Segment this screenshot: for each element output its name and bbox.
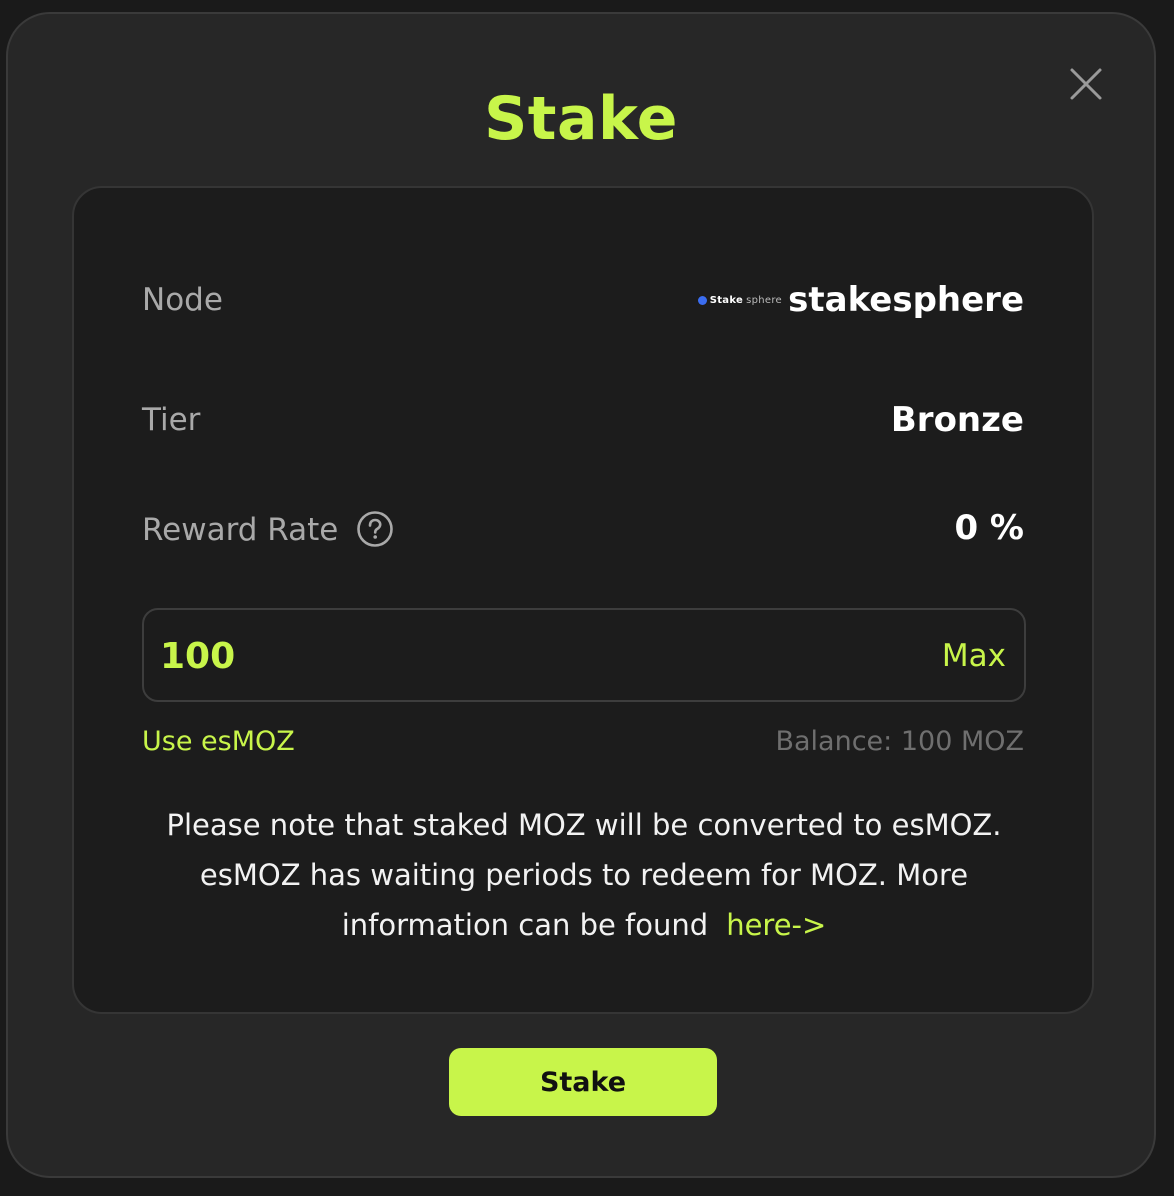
- close-icon[interactable]: [1066, 64, 1106, 104]
- reward-rate-row-label: Reward Rate: [142, 510, 394, 551]
- stake-button[interactable]: Stake: [449, 1048, 717, 1116]
- note-text: Please note that staked MOZ will be conv…: [166, 808, 1002, 942]
- node-logo-text-light: sphere: [746, 294, 782, 306]
- question-circle-icon[interactable]: [356, 510, 394, 548]
- stake-details-card: Node Stake sphere stakesphere Tier Bronze…: [72, 186, 1094, 1014]
- max-button[interactable]: Max: [942, 636, 1006, 676]
- stake-modal: Stake Node Stake sphere stakesphere Tier …: [6, 12, 1156, 1178]
- conversion-note: Please note that staked MOZ will be conv…: [114, 800, 1054, 950]
- more-info-link[interactable]: here->: [726, 908, 826, 942]
- amount-input[interactable]: [160, 630, 860, 682]
- balance-text: Balance: 100 MOZ: [775, 726, 1024, 757]
- tier-label: Tier: [142, 402, 201, 438]
- node-value: stakesphere: [788, 280, 1024, 320]
- node-logo-text: Stake: [709, 294, 744, 306]
- reward-rate-value: 0 %: [954, 508, 1024, 548]
- reward-rate-label: Reward Rate: [142, 512, 339, 548]
- tier-value: Bronze: [890, 400, 1024, 440]
- modal-title: Stake: [484, 84, 678, 154]
- node-logo: Stake sphere: [697, 290, 782, 310]
- amount-field: Max: [142, 608, 1026, 702]
- node-logo-icon: [697, 295, 707, 305]
- node-label: Node: [142, 282, 223, 318]
- use-esmoz-link[interactable]: Use esMOZ: [142, 722, 295, 762]
